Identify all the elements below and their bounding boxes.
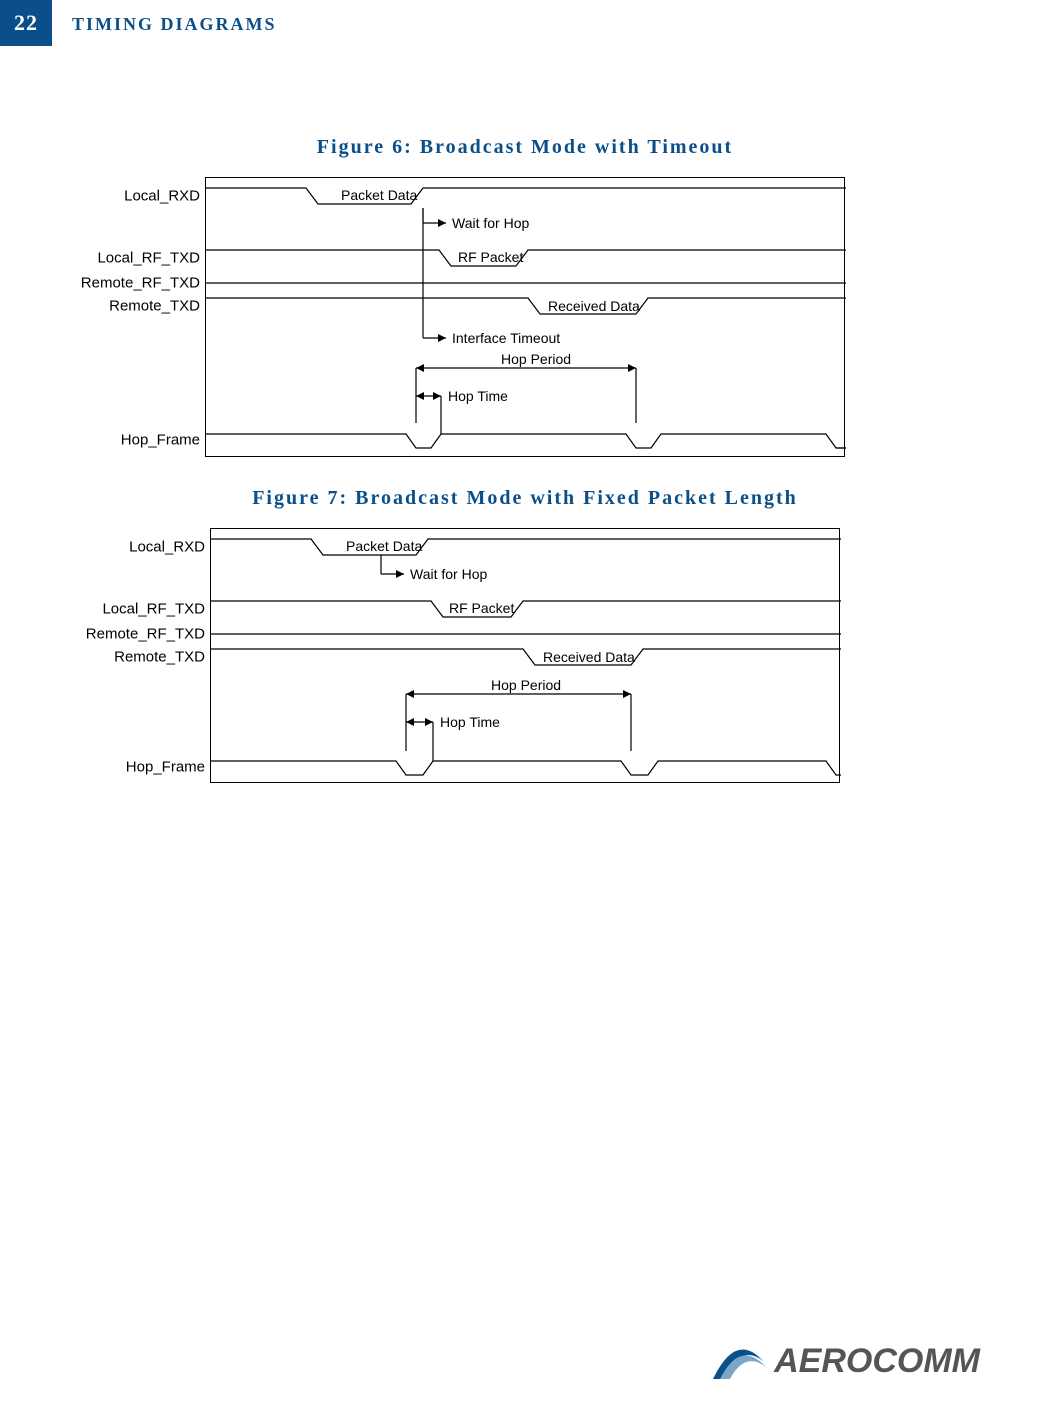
figure-6-title: Figure 6: Broadcast Mode with Timeout — [0, 136, 1050, 159]
rf-packet-label: RF Packet — [458, 249, 523, 265]
hop-period-label: Hop Period — [501, 351, 571, 367]
interface-timeout-label: Interface Timeout — [452, 330, 560, 346]
rf-packet-label-7: RF Packet — [449, 600, 514, 616]
figure-6-svg: Packet Data Wait for Hop RF Packet Recei… — [206, 178, 846, 458]
hop-period-label-7: Hop Period — [491, 677, 561, 693]
footer-brand-text: AEROCOMM — [774, 1342, 980, 1381]
section-title: TIMING DIAGRAMS — [52, 0, 277, 46]
signal-label-remote-txd-7: Remote_TXD — [114, 649, 205, 666]
signal-label-hop-frame-7: Hop_Frame — [126, 759, 205, 776]
signal-label-local-rxd-7: Local_RXD — [129, 539, 205, 556]
packet-data-label: Packet Data — [341, 187, 417, 203]
page-number-badge: 22 — [0, 0, 52, 46]
signal-label-local-rf-txd-7: Local_RF_TXD — [102, 601, 205, 618]
page-header: 22 TIMING DIAGRAMS — [0, 0, 1050, 46]
signal-label-local-rxd: Local_RXD — [124, 188, 200, 205]
signal-label-remote-rf-txd: Remote_RF_TXD — [81, 275, 200, 292]
signal-label-local-rf-txd: Local_RF_TXD — [97, 250, 200, 267]
hop-time-label: Hop Time — [448, 388, 508, 404]
received-data-label: Received Data — [548, 298, 640, 314]
wait-for-hop-label-7: Wait for Hop — [410, 566, 487, 582]
figure-7-diagram: Local_RXD Local_RF_TXD Remote_RF_TXD Rem… — [210, 528, 840, 783]
wait-for-hop-label: Wait for Hop — [452, 215, 529, 231]
hop-time-label-7: Hop Time — [440, 714, 500, 730]
signal-label-hop-frame: Hop_Frame — [121, 432, 200, 449]
figure-7-title: Figure 7: Broadcast Mode with Fixed Pack… — [0, 487, 1050, 510]
signal-label-remote-txd: Remote_TXD — [109, 298, 200, 315]
signal-label-remote-rf-txd-7: Remote_RF_TXD — [86, 626, 205, 643]
packet-data-label-7: Packet Data — [346, 538, 422, 554]
figure-7-svg: Packet Data Wait for Hop RF Packet Recei… — [211, 529, 841, 784]
aerocomm-swoosh-icon — [708, 1337, 768, 1385]
figure-6-diagram: Local_RXD Local_RF_TXD Remote_RF_TXD Rem… — [205, 177, 845, 457]
received-data-label-7: Received Data — [543, 649, 635, 665]
footer-logo: AEROCOMM — [708, 1337, 980, 1385]
